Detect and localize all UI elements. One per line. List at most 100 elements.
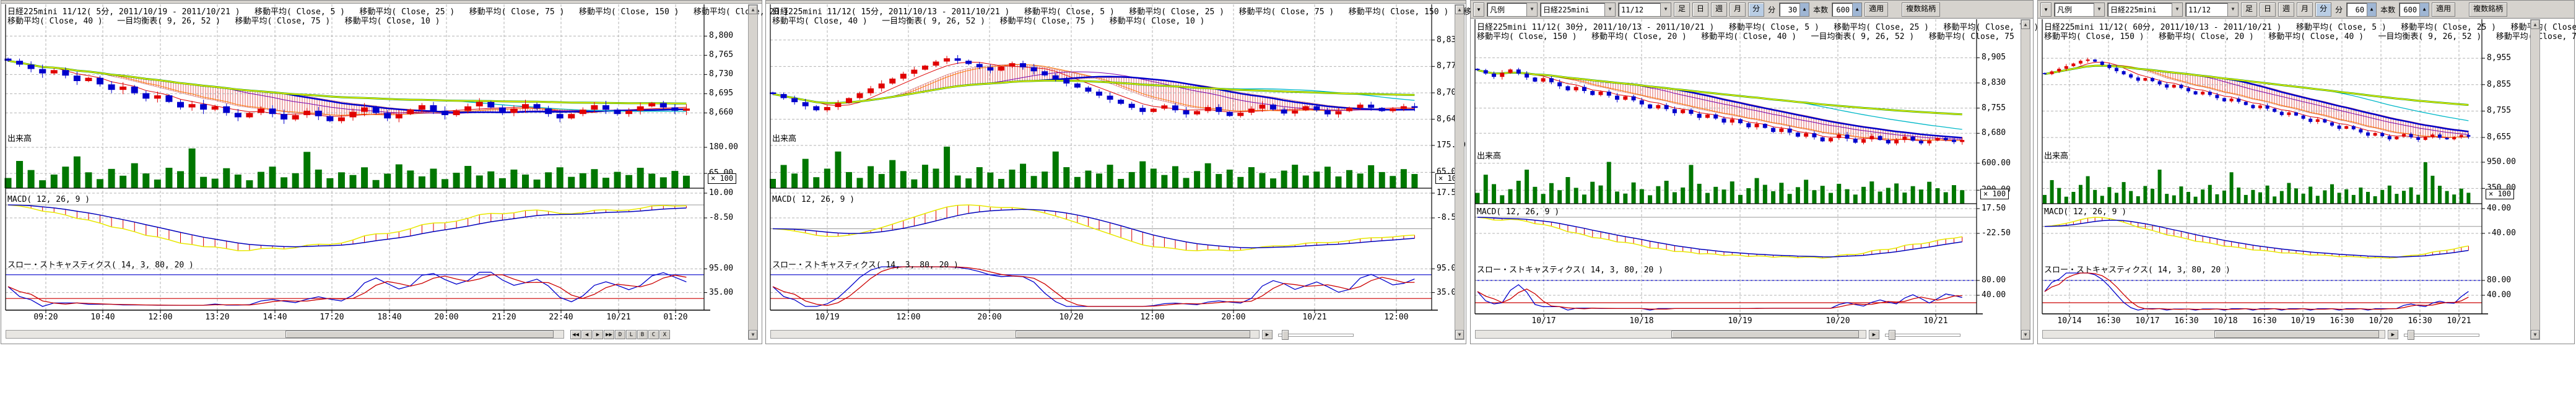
nav-button-8[interactable]: C: [648, 330, 659, 339]
multi-symbol-button[interactable]: 複数銘柄: [2469, 2, 2507, 17]
chevron-down-icon[interactable]: ▼: [1660, 3, 1671, 16]
volume-bar: [1357, 173, 1364, 188]
scroll-right-button[interactable]: ▶: [2388, 330, 2398, 339]
period-button-2[interactable]: 週: [2278, 2, 2294, 17]
nav-button-9[interactable]: X: [659, 330, 670, 339]
candlestick: [2100, 62, 2104, 65]
apply-button[interactable]: 適用: [2432, 2, 2455, 17]
period-button-1[interactable]: 日: [2260, 2, 2276, 17]
legend-dropdown[interactable]: 凡例▼: [2054, 2, 2105, 17]
chevron-down-icon[interactable]: ▼: [2094, 3, 2104, 16]
candlestick: [2158, 81, 2162, 84]
minutes-stepper[interactable]: 30▲: [1779, 2, 1809, 17]
candlestick: [1632, 97, 1636, 101]
scroll-down-icon[interactable]: ▼: [2021, 330, 2030, 339]
apply-button[interactable]: 適用: [1865, 2, 1888, 17]
scrollbar-thumb[interactable]: [1671, 331, 1859, 338]
candlestick: [637, 106, 644, 111]
nav-button-6[interactable]: L: [626, 330, 637, 339]
minutes-stepper[interactable]: 60▲: [2346, 2, 2377, 17]
nav-button-2[interactable]: ◀: [581, 330, 592, 339]
volume-bar: [1935, 188, 1939, 204]
volume-bar: [1894, 183, 1899, 204]
scroll-right-button[interactable]: ▶: [1262, 330, 1273, 339]
zoom-slider-handle[interactable]: [1889, 330, 1895, 340]
candlestick: [900, 74, 907, 79]
chevron-down-icon[interactable]: ▼: [2172, 3, 2182, 16]
candlestick: [977, 64, 983, 67]
combo-arrow-button[interactable]: ▼: [1473, 2, 1484, 17]
vertical-scrollbar[interactable]: ▲▼: [1455, 4, 1464, 340]
bar-count-stepper[interactable]: 600▲: [1832, 2, 1862, 17]
nav-button-7[interactable]: B: [637, 330, 648, 339]
spin-up-icon[interactable]: ▲: [2367, 3, 2376, 16]
chevron-down-icon[interactable]: ▼: [1604, 3, 1615, 16]
vertical-scrollbar[interactable]: ▲▼: [748, 4, 758, 340]
zoom-slider-handle[interactable]: [1282, 330, 1289, 340]
chart-plot-area[interactable]: [1, 1, 763, 345]
volume-bar: [2100, 196, 2104, 204]
multi-symbol-button[interactable]: 複数銘柄: [1902, 2, 1940, 17]
ashi-button[interactable]: 足: [2241, 2, 2257, 17]
spin-up-icon[interactable]: ▲: [2419, 3, 2429, 16]
scroll-up-icon[interactable]: ▲: [2021, 20, 2030, 29]
scroll-up-icon[interactable]: ▲: [1455, 5, 1464, 14]
volume-bar: [683, 176, 690, 188]
chevron-down-icon[interactable]: ▼: [1526, 3, 1537, 16]
horizontal-scrollbar[interactable]: [2042, 330, 2385, 339]
zoom-slider[interactable]: [1885, 334, 1960, 337]
spin-up-icon[interactable]: ▲: [1852, 3, 1861, 16]
combo-arrow-button[interactable]: ▼: [2040, 2, 2052, 17]
nav-button-5[interactable]: D: [615, 330, 625, 339]
vertical-scrollbar[interactable]: ▲▼: [2021, 19, 2030, 340]
bar-count-stepper[interactable]: 600▲: [2399, 2, 2429, 17]
period-button-4[interactable]: 分: [2315, 2, 2331, 17]
chevron-down-icon[interactable]: ▼: [2227, 3, 2238, 16]
candlestick: [2115, 68, 2118, 71]
symbol-dropdown[interactable]: 日経225mini▼: [1540, 2, 1616, 17]
horizontal-scrollbar[interactable]: [6, 330, 564, 339]
period-button-3[interactable]: 月: [1730, 2, 1746, 17]
horizontal-scrollbar[interactable]: [770, 330, 1260, 339]
chart-plot-area[interactable]: [766, 1, 1467, 345]
volume-bar: [2359, 188, 2362, 204]
candlestick: [987, 67, 993, 71]
scroll-down-icon[interactable]: ▼: [749, 330, 757, 339]
legend-dropdown[interactable]: 凡例▼: [1487, 2, 1538, 17]
period-button-2[interactable]: 週: [1711, 2, 1727, 17]
candlestick: [235, 113, 242, 117]
candlestick: [580, 110, 586, 114]
horizontal-scrollbar[interactable]: [1475, 330, 1866, 339]
scroll-down-icon[interactable]: ▼: [1455, 330, 1464, 339]
scroll-right-button[interactable]: ▶: [1869, 330, 1879, 339]
zoom-slider[interactable]: [2404, 334, 2479, 337]
candlestick: [1549, 78, 1554, 82]
scrollbar-thumb[interactable]: [2214, 331, 2379, 338]
scrollbar-thumb[interactable]: [285, 331, 554, 338]
scrollbar-thumb[interactable]: [1016, 331, 1250, 338]
candlestick: [955, 58, 961, 61]
zoom-slider-handle[interactable]: [2408, 330, 2414, 340]
ashi-button[interactable]: 足: [1674, 2, 1690, 17]
symbol-dropdown-value: 日経225mini: [1541, 4, 1604, 15]
chart-plot-area[interactable]: [1471, 1, 2034, 345]
zoom-slider[interactable]: [1278, 334, 1354, 337]
volume-bar: [1869, 181, 1874, 204]
period-button-1[interactable]: 日: [1692, 2, 1708, 17]
scroll-up-icon[interactable]: ▲: [749, 5, 757, 14]
contract-dropdown[interactable]: 11/12▼: [2185, 2, 2239, 17]
vertical-scrollbar[interactable]: ▲▼: [2530, 19, 2540, 340]
period-button-3[interactable]: 月: [2297, 2, 2313, 17]
scroll-up-icon[interactable]: ▲: [2531, 20, 2539, 29]
nav-button-3[interactable]: ▶: [593, 330, 603, 339]
volume-bar: [1837, 184, 1841, 204]
period-button-4[interactable]: 分: [1748, 2, 1764, 17]
contract-dropdown[interactable]: 11/12▼: [1618, 2, 1671, 17]
scroll-down-icon[interactable]: ▼: [2531, 330, 2539, 339]
stoch-tick-label: 40.00: [2487, 290, 2511, 300]
nav-button-4[interactable]: ▶▶: [604, 330, 614, 339]
nav-button-1[interactable]: ◀◀: [570, 330, 581, 339]
symbol-dropdown[interactable]: 日経225mini▼: [2107, 2, 2183, 17]
spin-up-icon[interactable]: ▲: [1799, 3, 1809, 16]
volume-multiplier: × 100: [1980, 189, 2009, 199]
